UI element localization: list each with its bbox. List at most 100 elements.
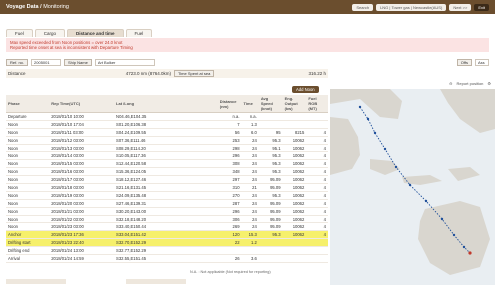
table-row[interactable]: Noon 2018/01/16 03:00 S15.36,E124.05 348 24 9… [6,167,328,177]
settings-icon[interactable]: ⚙ [487,81,491,86]
col-speed[interactable]: Avg Speed (knot) [258,95,283,113]
table-row[interactable]: Noon 2018/01/22 03:00 S32.18,E148.20 306 24 9… [6,215,328,224]
next-button[interactable]: Next >> [449,3,472,11]
table-row[interactable]: Noon 2018/01/13 03:00 S08.29,E114.20 298 24 9… [6,144,328,153]
cell-engine [282,238,307,248]
table-row[interactable]: Noon 2018/01/17 03:00 S18.12,E127.46 297 24 9… [6,175,328,185]
cell-distance: 310 [217,183,242,192]
cell-engine: 10062 [282,207,307,216]
cell-phase: Noon [6,120,50,129]
cell-speed: 95.3 [258,230,283,240]
cell-engine: 10062 [282,183,307,192]
bottom-button-left[interactable] [6,279,66,284]
col-position[interactable]: Lat /Long [114,95,218,113]
cell-time-h: 24 [241,175,259,185]
footnote: N.A. : Not applicable (Not required for … [190,270,271,274]
tab-fuel-2[interactable]: Fuel [125,29,153,37]
cell-speed: 95.09 [258,207,283,216]
cell-time: 2018/01/19 03:00 [49,191,115,200]
col-rob[interactable]: Fuel ROB (MT) [306,95,328,113]
distance-row: Distance 4723.0 nm (8764.0km) Time Spent… [6,69,328,78]
table-row[interactable]: Noon 2018/01/18 03:00 S21.16,E131.45 310 21 9… [6,183,328,192]
table-row[interactable]: Drifting end 2018/01/24 13:00 S32.77,E152.… [6,246,328,256]
exit-button[interactable]: Exit [474,3,489,11]
extra-field[interactable]: Ass [475,58,489,66]
table-row[interactable]: Noon 2018/01/14 03:00 S10.05,E117.36 296 24 9… [6,151,328,161]
table-row[interactable]: Noon 2018/01/10 17:04 S01.20,E106.38 7 1.3 [6,120,328,129]
cell-phase: Drifting start [6,238,50,248]
bottom-button-right[interactable] [126,279,186,284]
route-map[interactable]: ⊖ Report position ⚙ [330,81,495,285]
cell-phase: Arrival [6,254,50,263]
cell-time: 2018/01/24 13:00 [49,246,115,256]
cell-distance: 22 [217,238,242,248]
add-noon-button[interactable]: Add Noon [292,86,319,93]
cell-phase: Noon [6,136,50,145]
cell-distance: 56 [217,128,242,137]
table-row[interactable]: Anchor 2018/01/23 17:36 S33.04,E151.42 120 1… [6,230,328,240]
table-row[interactable]: Arrival 2018/01/24 14:59 S32.55,E151.45 26 3… [6,254,328,263]
cell-position: S08.29,E114.20 [114,144,218,153]
zoom-out-icon[interactable]: ⊖ [449,81,452,86]
cell-speed: 95.3 [258,191,283,200]
table-row[interactable]: Noon 2018/01/12 03:00 S07.36,E111.46 253 24 9… [6,136,328,145]
cell-time: 2018/01/17 03:00 [49,175,115,185]
cell-distance: n.a. [217,112,242,121]
cell-rob [306,120,328,129]
cell-time-h: 24 [241,207,259,216]
cell-engine: 10062 [282,159,307,169]
cell-position: S04.24,E109.55 [114,128,218,137]
cell-engine: 10062 [282,199,307,208]
cell-phase: Drifting end [6,246,50,256]
cell-time-h: 24 [241,215,259,224]
table-row[interactable]: Drifting start 2018/01/23 22:40 S32.70,E15… [6,238,328,248]
cell-engine: 10062 [282,136,307,145]
table-row[interactable]: Noon 2018/01/15 03:00 S12.44,E120.58 308 24 9… [6,159,328,169]
col-time-h[interactable]: Time [241,95,259,113]
col-distance[interactable]: Distance (nm) [217,95,242,113]
table-row[interactable]: Noon 2018/01/11 03:00 S04.24,E109.55 56 6.0 9… [6,128,328,137]
cell-distance: 308 [217,159,242,169]
cell-phase: Noon [6,144,50,153]
cell-time-h: 24 [241,136,259,145]
col-time[interactable]: Rep Time(UTC) [49,95,115,113]
cell-phase: Noon [6,167,50,177]
cell-speed: 95.09 [258,183,283,192]
cell-speed [258,112,283,121]
cell-time: 2018/01/10 17:04 [49,120,115,129]
cell-time: 2018/01/23 03:00 [49,222,115,232]
alert-line-2: Reported time onset at sea is inconsiste… [10,45,133,50]
cell-position: S21.16,E131.45 [114,183,218,192]
cell-engine [282,112,307,121]
cell-speed: 95.09 [258,215,283,224]
ref-field[interactable]: 2005001 [31,58,62,66]
cell-time-h: 3.6 [241,254,259,263]
tab-fuel[interactable]: Fuel [6,29,33,37]
ship-selector[interactable]: LNG | Tower gas | Newcastle(AUS) [376,3,447,11]
map-toolbar: ⊖ Report position ⚙ [449,81,491,86]
table-row[interactable]: Noon 2018/01/21 03:00 S30.20,E143.00 296 24 9… [6,207,328,216]
cell-engine: 10062 [282,215,307,224]
tab-distance-time[interactable]: Distance and time [67,29,124,37]
cell-position: S30.20,E143.00 [114,207,218,216]
search-input[interactable]: Search [352,3,374,11]
page-title: Voyage Data / Monitoring [6,4,69,10]
cell-distance: 287 [217,199,242,208]
cell-time: 2018/01/13 03:00 [49,144,115,153]
cell-engine: 10062 [282,222,307,232]
cell-time-h: n.a. [241,112,259,121]
table-row[interactable]: Departure 2018/01/10 10:00 N04.46,E104.35 n… [6,112,328,121]
col-phase[interactable]: Phase [6,95,50,113]
map-canvas[interactable] [330,89,495,285]
cell-time: 2018/01/23 17:36 [49,230,115,240]
table-row[interactable]: Noon 2018/01/20 03:00 S27.46,E139.31 287 24 9… [6,199,328,208]
tab-cargo[interactable]: Cargo [34,29,66,37]
table-row[interactable]: Noon 2018/01/23 03:00 S33.40,E150.44 269 24 9… [6,222,328,232]
cell-rob: 4 [306,136,328,145]
cell-speed: 95.09 [258,222,283,232]
cell-time: 2018/01/14 03:00 [49,151,115,161]
table-row[interactable]: Noon 2018/01/19 03:00 S24.09,E135.48 270 24 9… [6,191,328,200]
ship-name-field[interactable]: Art Bulker [94,58,155,66]
col-engine[interactable]: Eng. Output (kw) [282,95,307,113]
cell-time: 2018/01/11 03:00 [49,128,115,137]
